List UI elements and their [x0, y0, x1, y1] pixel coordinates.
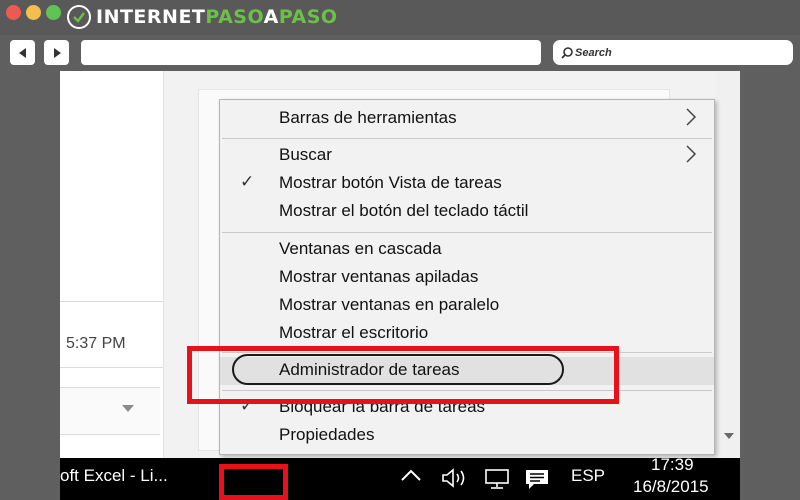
chevron-up-icon[interactable] [400, 468, 422, 482]
search-icon [561, 46, 573, 59]
vertical-scrollbar[interactable] [716, 71, 740, 458]
chevron-right-icon [685, 107, 697, 132]
menu-item-label: Buscar [279, 145, 332, 164]
menu-item-label: Barras de herramientas [279, 108, 457, 127]
logo-globe-icon [67, 5, 91, 29]
minimize-window-button[interactable] [26, 5, 41, 20]
clock-date[interactable]: 16/8/2015 [633, 477, 709, 497]
screenshot-viewport: 5:37 PM Barras de herramientas Buscar ✓ … [60, 71, 740, 500]
address-bar[interactable] [81, 40, 541, 65]
dropdown-field[interactable] [60, 387, 160, 435]
menu-item-barras-de-herramientas[interactable]: Barras de herramientas [220, 105, 714, 133]
menu-separator [222, 138, 712, 139]
annotation-highlight-box [187, 346, 619, 404]
site-logo: INTERNETPASOAPASO [67, 4, 338, 30]
close-window-button[interactable] [6, 5, 21, 20]
checkmark-icon: ✓ [240, 172, 255, 191]
menu-item-propiedades[interactable]: Propiedades [220, 422, 714, 450]
divider [60, 301, 163, 302]
forward-button[interactable] [44, 40, 69, 65]
language-indicator[interactable]: ESP [571, 466, 605, 486]
forward-arrow-icon [53, 47, 61, 58]
menu-item-ventanas-en-cascada[interactable]: Ventanas en cascada [220, 236, 714, 264]
menu-item-label: Mostrar botón Vista de tareas [279, 173, 502, 192]
maximize-window-button[interactable] [46, 5, 61, 20]
clock-time[interactable]: 17:39 [651, 455, 694, 475]
menu-item-mostrar-el-escritorio[interactable]: Mostrar el escritorio [220, 320, 714, 348]
menu-item-label: Propiedades [279, 425, 375, 444]
chevron-right-icon [685, 144, 697, 169]
divider [60, 367, 163, 368]
menu-separator [222, 232, 712, 233]
taskbar-app-button[interactable]: oft Excel - Li... [60, 466, 168, 486]
menu-item-buscar[interactable]: Buscar [220, 142, 714, 170]
chevron-down-icon [122, 405, 134, 412]
browser-titlebar: INTERNETPASOAPASO [0, 0, 800, 35]
back-arrow-icon [18, 47, 26, 58]
menu-item-label: Mostrar el escritorio [279, 323, 429, 342]
logo-text: INTERNETPASOAPASO [96, 6, 338, 28]
volume-icon[interactable] [441, 468, 469, 488]
menu-item-mostrar-boton-vista-de-tareas[interactable]: ✓ Mostrar botón Vista de tareas [220, 170, 714, 198]
menu-item-mostrar-teclado-tactil[interactable]: Mostrar el botón del teclado táctil [220, 198, 714, 226]
browser-navbar: Search [0, 35, 800, 71]
menu-item-label: Ventanas en cascada [279, 239, 442, 258]
menu-item-label: Mostrar el botón del teclado táctil [279, 201, 529, 220]
menu-item-mostrar-ventanas-en-paralelo[interactable]: Mostrar ventanas en paralelo [220, 292, 714, 320]
back-button[interactable] [10, 40, 35, 65]
search-box[interactable]: Search [553, 40, 793, 65]
menu-item-mostrar-ventanas-apiladas[interactable]: Mostrar ventanas apiladas [220, 264, 714, 292]
windows-taskbar: oft Excel - Li... ESP 17:39 16/8/2015 [60, 455, 740, 500]
network-icon[interactable] [483, 468, 511, 490]
menu-item-label: Mostrar ventanas apiladas [279, 267, 479, 286]
scroll-down-icon[interactable] [724, 433, 734, 439]
notification-icon[interactable] [524, 468, 550, 490]
annotation-taskbar-box [219, 464, 288, 500]
search-placeholder: Search [575, 46, 612, 59]
time-cell: 5:37 PM [66, 335, 126, 352]
menu-item-label: Mostrar ventanas en paralelo [279, 295, 500, 314]
